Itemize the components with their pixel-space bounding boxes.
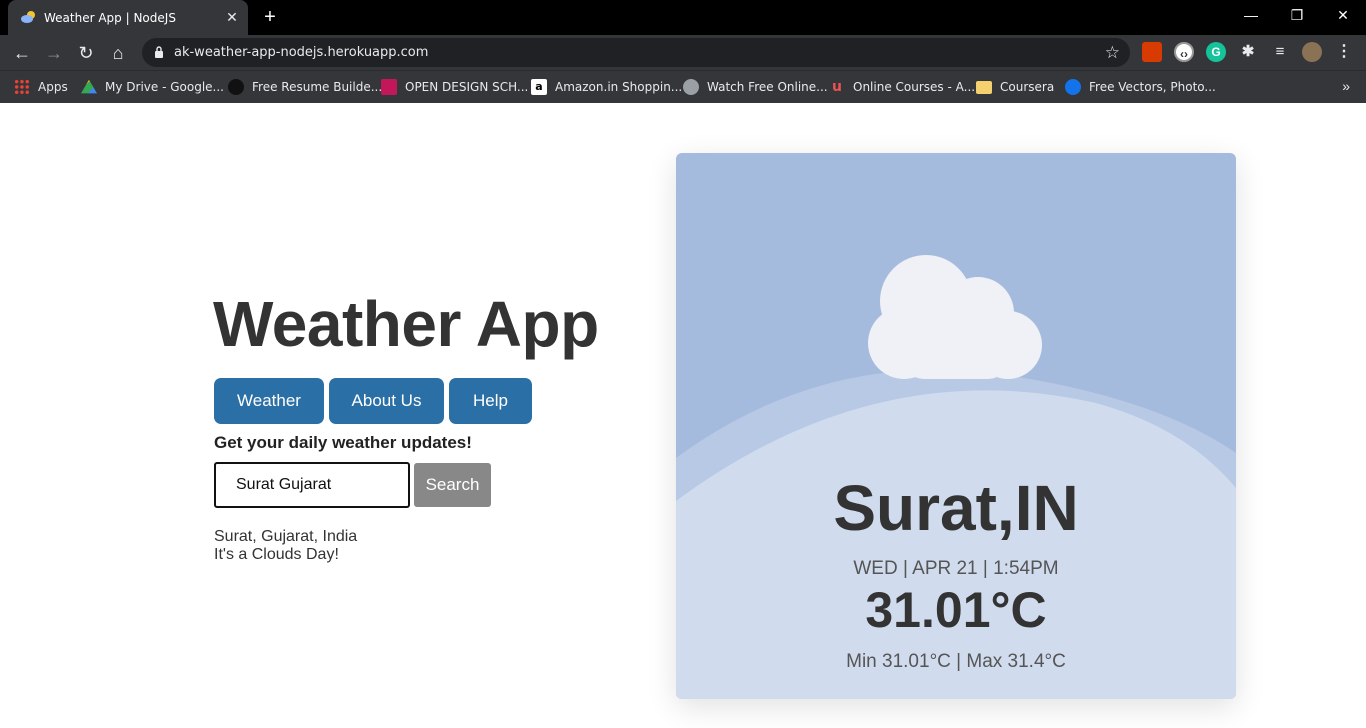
- city-name: Surat,IN: [833, 472, 1079, 544]
- result-location: Surat, Gujarat, India: [214, 528, 358, 545]
- weather-favicon-icon: [21, 11, 35, 23]
- temperature: 31.01°C: [865, 582, 1047, 638]
- bookmark-label: Watch Free Online...: [707, 80, 828, 94]
- bookmarks-overflow-icon[interactable]: »: [1342, 78, 1350, 94]
- udemy-icon: u: [832, 79, 842, 95]
- code-extension-icon[interactable]: ‹›: [1174, 42, 1194, 62]
- menu-kebab-icon[interactable]: ⋮: [1334, 42, 1354, 62]
- forward-arrow-icon[interactable]: →: [40, 39, 68, 67]
- browser-toolbar: ← → ↻ ⌂ ak-weather-app-nodejs.herokuapp.…: [0, 35, 1366, 70]
- bookmark-coursera[interactable]: Coursera: [976, 77, 1054, 97]
- bookmark-label: Apps: [38, 80, 68, 94]
- bookmark-label: Free Resume Builde...: [252, 80, 383, 94]
- open-design-icon: [381, 79, 397, 95]
- bookmark-label: Online Courses - A...: [853, 80, 976, 94]
- amazon-icon: a: [531, 79, 547, 95]
- tagline: Get your daily weather updates!: [214, 433, 472, 452]
- google-drive-icon: [81, 79, 97, 94]
- min-max-temperature: Min 31.01°C | Max 31.4°C: [846, 651, 1066, 672]
- date-time: WED | APR 21 | 1:54PM: [853, 558, 1059, 579]
- bookmark-resume-builder[interactable]: Free Resume Builde...: [228, 77, 382, 97]
- bookmark-open-design[interactable]: OPEN DESIGN SCH...: [381, 77, 528, 97]
- apps-grid-icon: [14, 79, 30, 95]
- freepik-icon: [1065, 79, 1081, 95]
- browser-tab[interactable]: Weather App | NodeJS ✕: [8, 0, 248, 35]
- extensions-puzzle-icon[interactable]: ✱: [1238, 42, 1258, 62]
- bookmark-watch-free[interactable]: Watch Free Online...: [683, 77, 828, 97]
- bookmark-apps[interactable]: Apps: [14, 77, 68, 97]
- page-title: Weather App: [213, 288, 599, 360]
- bookmark-amazon[interactable]: a Amazon.in Shoppin...: [531, 77, 682, 97]
- grammarly-extension-icon[interactable]: G: [1206, 42, 1226, 62]
- tab-close-icon[interactable]: ✕: [224, 9, 240, 25]
- minimize-icon[interactable]: —: [1228, 0, 1274, 32]
- bookmarks-bar: Apps My Drive - Google... Free Resume Bu…: [0, 70, 1366, 103]
- location-search-input[interactable]: [214, 462, 410, 508]
- window-close-icon[interactable]: ✕: [1320, 0, 1366, 32]
- restore-icon[interactable]: ❐: [1274, 0, 1320, 32]
- url-text: ak-weather-app-nodejs.herokuapp.com: [174, 45, 429, 60]
- nav-weather-button[interactable]: Weather: [214, 378, 324, 424]
- tab-strip: Weather App | NodeJS ✕ + — ❐ ✕: [0, 0, 1366, 35]
- bookmark-label: Free Vectors, Photo...: [1089, 80, 1216, 94]
- bookmark-my-drive[interactable]: My Drive - Google...: [81, 77, 224, 97]
- address-bar[interactable]: ak-weather-app-nodejs.herokuapp.com ☆: [142, 38, 1130, 67]
- bookmark-star-icon[interactable]: ☆: [1105, 43, 1120, 63]
- media-queue-icon[interactable]: ≡: [1270, 42, 1290, 62]
- bookmark-label: My Drive - Google...: [105, 80, 224, 94]
- bookmark-label: Coursera: [1000, 80, 1055, 94]
- bookmark-free-vectors[interactable]: Free Vectors, Photo...: [1065, 77, 1216, 97]
- bookmark-label: Amazon.in Shoppin...: [555, 80, 683, 94]
- folder-icon: [976, 80, 992, 94]
- home-icon[interactable]: ⌂: [104, 39, 132, 67]
- bookmark-online-courses[interactable]: u Online Courses - A...: [829, 77, 975, 97]
- cloud-icon: [868, 255, 1042, 379]
- weather-card: Surat,IN WED | APR 21 | 1:54PM 31.01°C M…: [676, 153, 1236, 699]
- result-condition: It's a Clouds Day!: [214, 546, 339, 563]
- globe-icon: [683, 79, 699, 95]
- page-content: Weather App Weather About Us Help Get yo…: [0, 103, 1366, 728]
- bookmark-label: OPEN DESIGN SCH...: [405, 80, 529, 94]
- new-tab-icon[interactable]: +: [259, 6, 281, 28]
- tab-title: Weather App | NodeJS: [44, 11, 176, 25]
- office-extension-icon[interactable]: [1142, 42, 1162, 62]
- back-arrow-icon[interactable]: ←: [8, 39, 36, 67]
- nav-help-button[interactable]: Help: [449, 378, 532, 424]
- nav-about-us-button[interactable]: About Us: [329, 378, 444, 424]
- resume-builder-icon: [228, 79, 244, 95]
- reload-icon[interactable]: ↻: [72, 39, 100, 67]
- profile-avatar[interactable]: [1302, 42, 1322, 62]
- search-button[interactable]: Search: [414, 463, 491, 507]
- lock-icon: [155, 46, 163, 58]
